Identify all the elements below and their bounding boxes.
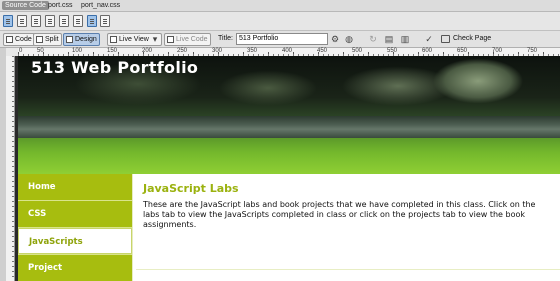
ruler-tick-label: 250 — [177, 48, 188, 54]
ruler-tick-label: 0 — [19, 48, 23, 54]
document-icon[interactable] — [45, 15, 55, 27]
design-view-canvas[interactable]: 513 Web Portfolio Home CSS JavaScripts P… — [15, 56, 560, 281]
title-field[interactable] — [236, 33, 328, 45]
vertical-ruler — [6, 56, 15, 281]
content-heading: JavaScript Labs — [143, 182, 239, 195]
title-label: Title: — [218, 35, 233, 42]
split-label: Split — [45, 36, 59, 43]
split-button[interactable]: Split — [33, 33, 62, 46]
ruler-tick-label: 200 — [142, 48, 153, 54]
dreamweaver-window: Source Code port.css port_nav.css Code S… — [0, 0, 560, 281]
related-files-bar: Source Code port.css port_nav.css — [0, 0, 560, 12]
tab-port-nav-css[interactable]: port_nav.css — [78, 1, 123, 10]
check-page-button[interactable]: Check Page — [441, 33, 491, 45]
chevron-down-icon[interactable]: ▾ — [150, 34, 160, 44]
live-code-button[interactable]: Live Code — [164, 33, 211, 46]
document-icon[interactable] — [73, 15, 83, 27]
ruler-tick-label: 50 — [37, 48, 44, 54]
tab-port-css[interactable]: port.css — [45, 1, 76, 10]
nav-item-javascripts[interactable]: JavaScripts — [18, 228, 132, 254]
view-options-icon[interactable]: ▤ — [384, 34, 394, 44]
ruler-tick-label: 450 — [317, 48, 328, 54]
live-view-label: Live View — [119, 36, 149, 43]
document-icon[interactable] — [87, 15, 97, 27]
refresh-icon[interactable]: ↻ — [368, 34, 378, 44]
validate-icon[interactable]: ✓ — [424, 34, 434, 44]
site-nav: Home CSS JavaScripts Project — [18, 174, 132, 281]
check-page-icon — [441, 35, 450, 43]
live-code-label: Live Code — [176, 36, 208, 43]
banner-water — [18, 116, 560, 138]
ruler-tick-label: 300 — [212, 48, 223, 54]
design-icon — [66, 36, 73, 43]
main-content: JavaScript Labs These are the JavaScript… — [132, 174, 560, 281]
ruler-corner — [6, 48, 18, 56]
document-icon[interactable] — [59, 15, 69, 27]
content-divider — [136, 269, 560, 270]
code-label: Code — [15, 36, 32, 43]
ruler-tick-label: 550 — [387, 48, 398, 54]
ruler-tick-label: 650 — [457, 48, 468, 54]
ruler-tick-label: 100 — [72, 48, 83, 54]
ruler-tick-label: 700 — [492, 48, 503, 54]
design-button[interactable]: Design — [63, 33, 100, 46]
visual-aids-icon[interactable]: ▥ — [400, 34, 410, 44]
split-icon — [36, 36, 43, 43]
nav-item-css[interactable]: CSS — [18, 201, 132, 227]
ruler-tick-label: 600 — [422, 48, 433, 54]
code-icon — [6, 36, 13, 43]
ruler-tick-label: 150 — [107, 48, 118, 54]
site-title: 513 Web Portfolio — [31, 58, 199, 77]
file-management-icon[interactable]: ⚙ — [330, 34, 340, 44]
check-page-label: Check Page — [453, 35, 492, 42]
tab-source-code[interactable]: Source Code — [2, 1, 49, 10]
design-label: Design — [75, 36, 97, 43]
ruler-tick-label: 400 — [282, 48, 293, 54]
nav-item-home[interactable]: Home — [18, 174, 132, 200]
nav-item-project[interactable]: Project — [18, 255, 132, 281]
split-view-icon[interactable] — [17, 15, 27, 27]
code-button[interactable]: Code — [3, 33, 35, 46]
banner-grass — [18, 138, 560, 174]
print-icon[interactable] — [100, 15, 110, 27]
ruler-tick-label: 350 — [247, 48, 258, 54]
document-toolbar: Code Split Design Live View ▾ Live Code … — [0, 31, 560, 48]
design-view-icon[interactable] — [31, 15, 41, 27]
live-code-icon — [167, 36, 174, 43]
ruler-tick-label: 500 — [352, 48, 363, 54]
document-icon-row — [0, 12, 560, 31]
content-paragraph: These are the JavaScript labs and book p… — [143, 200, 536, 229]
header-banner-image: 513 Web Portfolio — [18, 56, 560, 174]
preview-icon[interactable]: ◍ — [344, 34, 354, 44]
ruler-tick-label: 750 — [527, 48, 538, 54]
live-view-icon — [110, 36, 117, 43]
code-view-icon[interactable] — [3, 15, 13, 27]
